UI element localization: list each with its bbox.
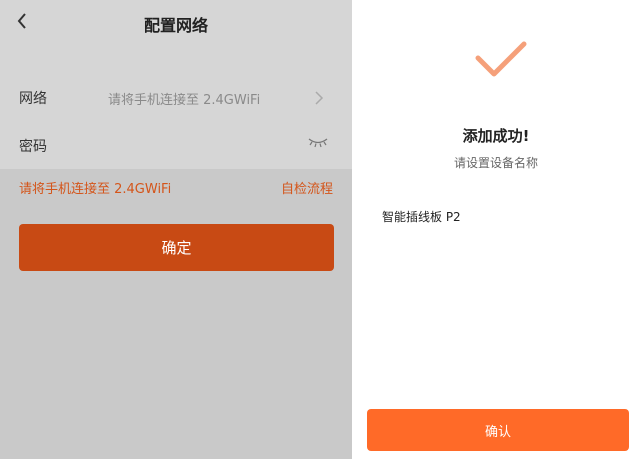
network-value: 请将手机连接至 2.4GWiFi xyxy=(108,93,261,108)
success-title: 添加成功! xyxy=(462,127,530,145)
content-area xyxy=(0,169,352,459)
checkmark-icon xyxy=(475,41,527,77)
wifi-hint: 请将手机连接至 2.4GWiFi xyxy=(19,182,172,197)
ok-button[interactable]: 确认 xyxy=(367,409,629,451)
network-config-screen: 配置网络 网络 请将手机连接至 2.4GWiFi 密码 请将手机连接至 2.4G… xyxy=(0,0,352,459)
eye-closed-icon[interactable] xyxy=(308,136,328,148)
add-success-screen: 添加成功! 请设置设备名称 智能插线板 P2 确认 xyxy=(352,0,640,459)
subtitle: 请设置设备名称 xyxy=(453,156,538,170)
chevron-right-icon xyxy=(315,91,324,105)
page-title: 配置网络 xyxy=(143,16,208,35)
password-row[interactable]: 密码 xyxy=(0,121,352,169)
nav-bar: 配置网络 xyxy=(0,0,352,72)
network-row[interactable]: 网络 请将手机连接至 2.4GWiFi xyxy=(0,73,352,121)
self-check-link[interactable]: 自检流程 xyxy=(281,178,333,197)
network-label: 网络 xyxy=(19,91,47,107)
device-name-field[interactable]: 智能插线板 P2 xyxy=(382,208,461,225)
password-label: 密码 xyxy=(19,139,47,155)
confirm-button[interactable]: 确定 xyxy=(19,224,334,271)
